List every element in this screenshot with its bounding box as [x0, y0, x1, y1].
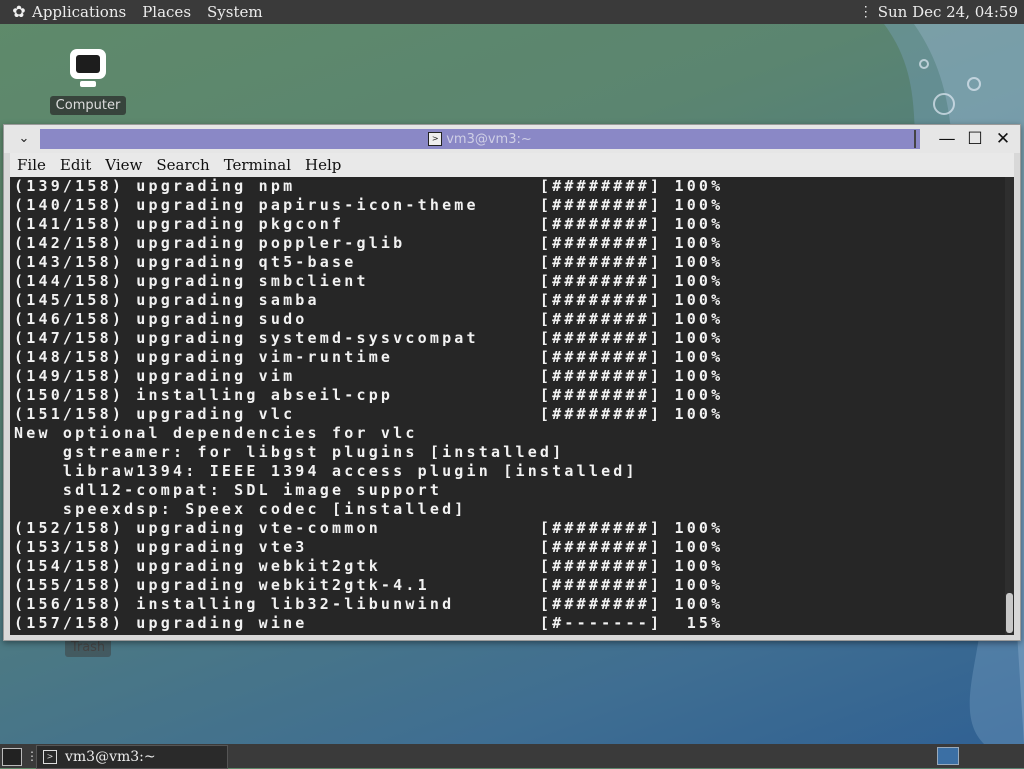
menu-applications[interactable]: Applications — [32, 3, 126, 21]
menu-view[interactable]: View — [98, 156, 149, 174]
terminal-line: (150/158) installing abseil-cpp [#######… — [14, 386, 724, 404]
terminal-line: (140/158) upgrading papirus-icon-theme [… — [14, 196, 724, 214]
panel-handle-icon: ⋮ — [858, 4, 873, 20]
terminal-line: (141/158) upgrading pkgconf [########] 1… — [14, 215, 724, 233]
terminal-line: (149/158) upgrading vim [########] 100% — [14, 367, 724, 385]
terminal-output[interactable]: (139/158) upgrading npm [########] 100%(… — [10, 177, 1014, 635]
menu-system[interactable]: System — [207, 3, 263, 21]
terminal-line: (146/158) upgrading sudo [########] 100% — [14, 310, 724, 328]
terminal-line: (148/158) upgrading vim-runtime [#######… — [14, 348, 724, 366]
terminal-line: (142/158) upgrading poppler-glib [######… — [14, 234, 724, 252]
scrollbar[interactable] — [1005, 177, 1014, 635]
window-controls: — ☐ ✕ — [914, 127, 1014, 151]
divider — [914, 130, 916, 148]
menu-bar: File Edit View Search Terminal Help — [10, 153, 1014, 177]
terminal-window: ⌄ > vm3@vm3:~ — ☐ ✕ File Edit View Searc… — [3, 124, 1021, 641]
terminal-text: (139/158) upgrading npm [########] 100%(… — [10, 177, 1014, 633]
terminal-line: (157/158) upgrading wine [#-------] 15% — [14, 614, 724, 632]
taskbar-button-terminal[interactable]: > vm3@vm3:~ — [36, 745, 228, 769]
show-desktop-icon[interactable] — [2, 748, 22, 766]
clock[interactable]: Sun Dec 24, 04:59 — [878, 3, 1018, 21]
window-menu-icon[interactable]: ⌄ — [14, 129, 34, 149]
title-bar[interactable]: ⌄ > vm3@vm3:~ — ☐ ✕ — [4, 125, 1020, 153]
terminal-line: (156/158) installing lib32-libunwind [##… — [14, 595, 724, 613]
terminal-line: (155/158) upgrading webkit2gtk-4.1 [####… — [14, 576, 724, 594]
terminal-line: speexdsp: Speex codec [installed] — [14, 500, 467, 518]
terminal-line: (139/158) upgrading npm [########] 100% — [14, 177, 724, 195]
menu-terminal[interactable]: Terminal — [217, 156, 298, 174]
bottom-panel: ⋮⋮ > vm3@vm3:~ — [0, 744, 1024, 769]
desktop-icon-label: Computer — [49, 96, 127, 115]
terminal-line: (153/158) upgrading vte3 [########] 100% — [14, 538, 724, 556]
terminal-line: (151/158) upgrading vlc [########] 100% — [14, 405, 724, 423]
workspace-switcher[interactable] — [937, 747, 959, 765]
desktop-icon-computer[interactable]: Computer — [48, 46, 128, 115]
terminal-line: gstreamer: for libgst plugins [installed… — [14, 443, 565, 461]
terminal-line: (147/158) upgrading systemd-sysvcompat [… — [14, 329, 724, 347]
terminal-icon: > — [43, 750, 57, 764]
menu-file[interactable]: File — [10, 156, 53, 174]
terminal-line: (145/158) upgrading samba [########] 100… — [14, 291, 724, 309]
window-title: vm3@vm3:~ — [446, 131, 532, 147]
terminal-line: (154/158) upgrading webkit2gtk [########… — [14, 557, 724, 575]
close-icon[interactable]: ✕ — [992, 128, 1014, 150]
menu-help[interactable]: Help — [298, 156, 348, 174]
terminal-line: (144/158) upgrading smbclient [########]… — [14, 272, 724, 290]
terminal-line: sdl12-compat: SDL image support — [14, 481, 443, 499]
terminal-line: libraw1394: IEEE 1394 access plugin [ins… — [14, 462, 638, 480]
terminal-line: (152/158) upgrading vte-common [########… — [14, 519, 724, 537]
menu-edit[interactable]: Edit — [53, 156, 98, 174]
terminal-icon: > — [428, 132, 443, 146]
panel-right: ⋮ Sun Dec 24, 04:59 — [859, 0, 1018, 24]
window-title-area[interactable]: > vm3@vm3:~ — [40, 129, 920, 149]
scrollbar-thumb[interactable] — [1006, 593, 1013, 633]
taskbar-label: vm3@vm3:~ — [65, 749, 156, 765]
computer-icon — [70, 49, 106, 87]
maximize-icon[interactable]: ☐ — [964, 128, 986, 150]
terminal-line: New optional dependencies for vlc — [14, 424, 418, 442]
top-panel: ✿ Applications Places System ⋮ Sun Dec 2… — [0, 0, 1024, 24]
terminal-line: (143/158) upgrading qt5-base [########] … — [14, 253, 724, 271]
gnome-foot-icon[interactable]: ✿ — [10, 3, 28, 21]
menu-search[interactable]: Search — [149, 156, 216, 174]
menu-places[interactable]: Places — [142, 3, 191, 21]
minimize-icon[interactable]: — — [936, 128, 958, 150]
